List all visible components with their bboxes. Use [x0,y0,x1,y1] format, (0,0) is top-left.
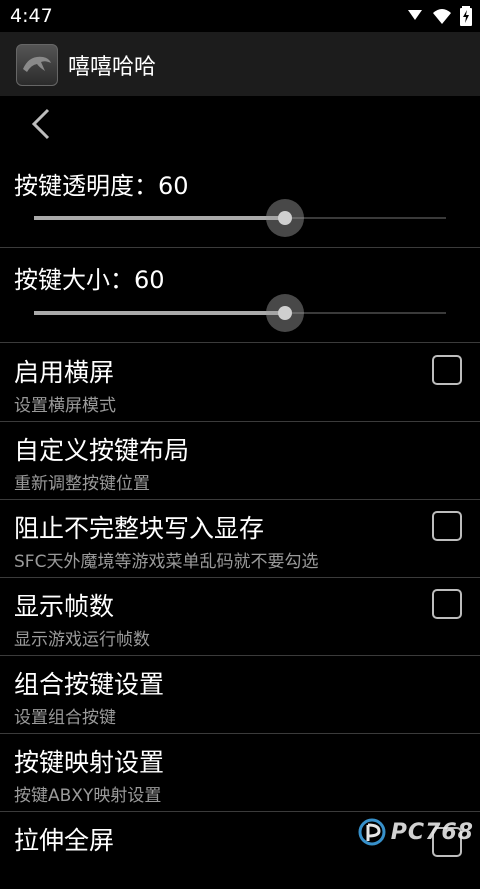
pref-summary: SFC天外魔境等游戏菜单乱码就不要勾选 [14,552,319,572]
block-vram-checkbox[interactable] [432,511,462,541]
size-slider-row: 按键大小：60 [0,248,480,342]
app-title: 嘻嘻哈哈 [68,55,157,80]
wifi-icon [433,9,451,24]
pref-show-fps[interactable]: 显示帧数 显示游戏运行帧数 [0,577,480,655]
watermark-logo-icon [358,818,386,846]
pref-custom-layout[interactable]: 自定义按键布局 重新调整按键位置 [0,421,480,499]
status-icons [406,6,472,26]
transparency-slider-thumb[interactable] [278,211,292,225]
pref-combo-keys[interactable]: 组合按键设置 设置组合按键 [0,655,480,733]
pref-title: 按键映射设置 [14,748,165,777]
size-slider-track[interactable] [34,294,446,332]
transparency-slider-fill [34,216,285,220]
status-bar: 4:47 [0,0,480,32]
watermark: PC768 [357,817,474,847]
size-slider-thumb[interactable] [278,306,292,320]
pref-summary: 显示游戏运行帧数 [14,630,150,650]
pref-title: 拉伸全屏 [14,826,115,855]
show-fps-checkbox[interactable] [432,589,462,619]
size-slider-fill [34,311,285,315]
pref-title: 自定义按键布局 [14,436,190,465]
pref-key-mapping[interactable]: 按键映射设置 按键ABXY映射设置 [0,733,480,811]
transparency-slider-row: 按键透明度：60 [0,150,480,246]
dolphin-icon [23,56,51,72]
pref-summary: 重新调整按键位置 [14,474,150,494]
battery-icon [460,6,472,26]
watermark-text: PC768 [390,819,474,845]
pref-title: 阻止不完整块写入显存 [14,514,265,543]
pref-title: 显示帧数 [14,592,115,621]
pref-title: 启用横屏 [14,358,115,387]
transparency-slider-track[interactable] [34,199,446,237]
size-label: 按键大小：60 [14,266,165,294]
pref-block-vram[interactable]: 阻止不完整块写入显存 SFC天外魔境等游戏菜单乱码就不要勾选 [0,499,480,577]
pref-summary: 设置横屏模式 [14,396,116,416]
landscape-checkbox[interactable] [432,355,462,385]
back-arrow-icon[interactable] [28,106,58,142]
signal-icon [408,10,422,20]
pref-summary: 设置组合按键 [14,708,116,728]
app-logo [16,44,58,86]
pref-summary: 按键ABXY映射设置 [14,786,162,806]
transparency-label: 按键透明度：60 [14,172,189,200]
pref-landscape[interactable]: 启用横屏 设置横屏模式 [0,343,480,421]
pref-title: 组合按键设置 [14,670,165,699]
status-time: 4:47 [10,5,53,27]
app-bar: 嘻嘻哈哈 [0,32,480,96]
